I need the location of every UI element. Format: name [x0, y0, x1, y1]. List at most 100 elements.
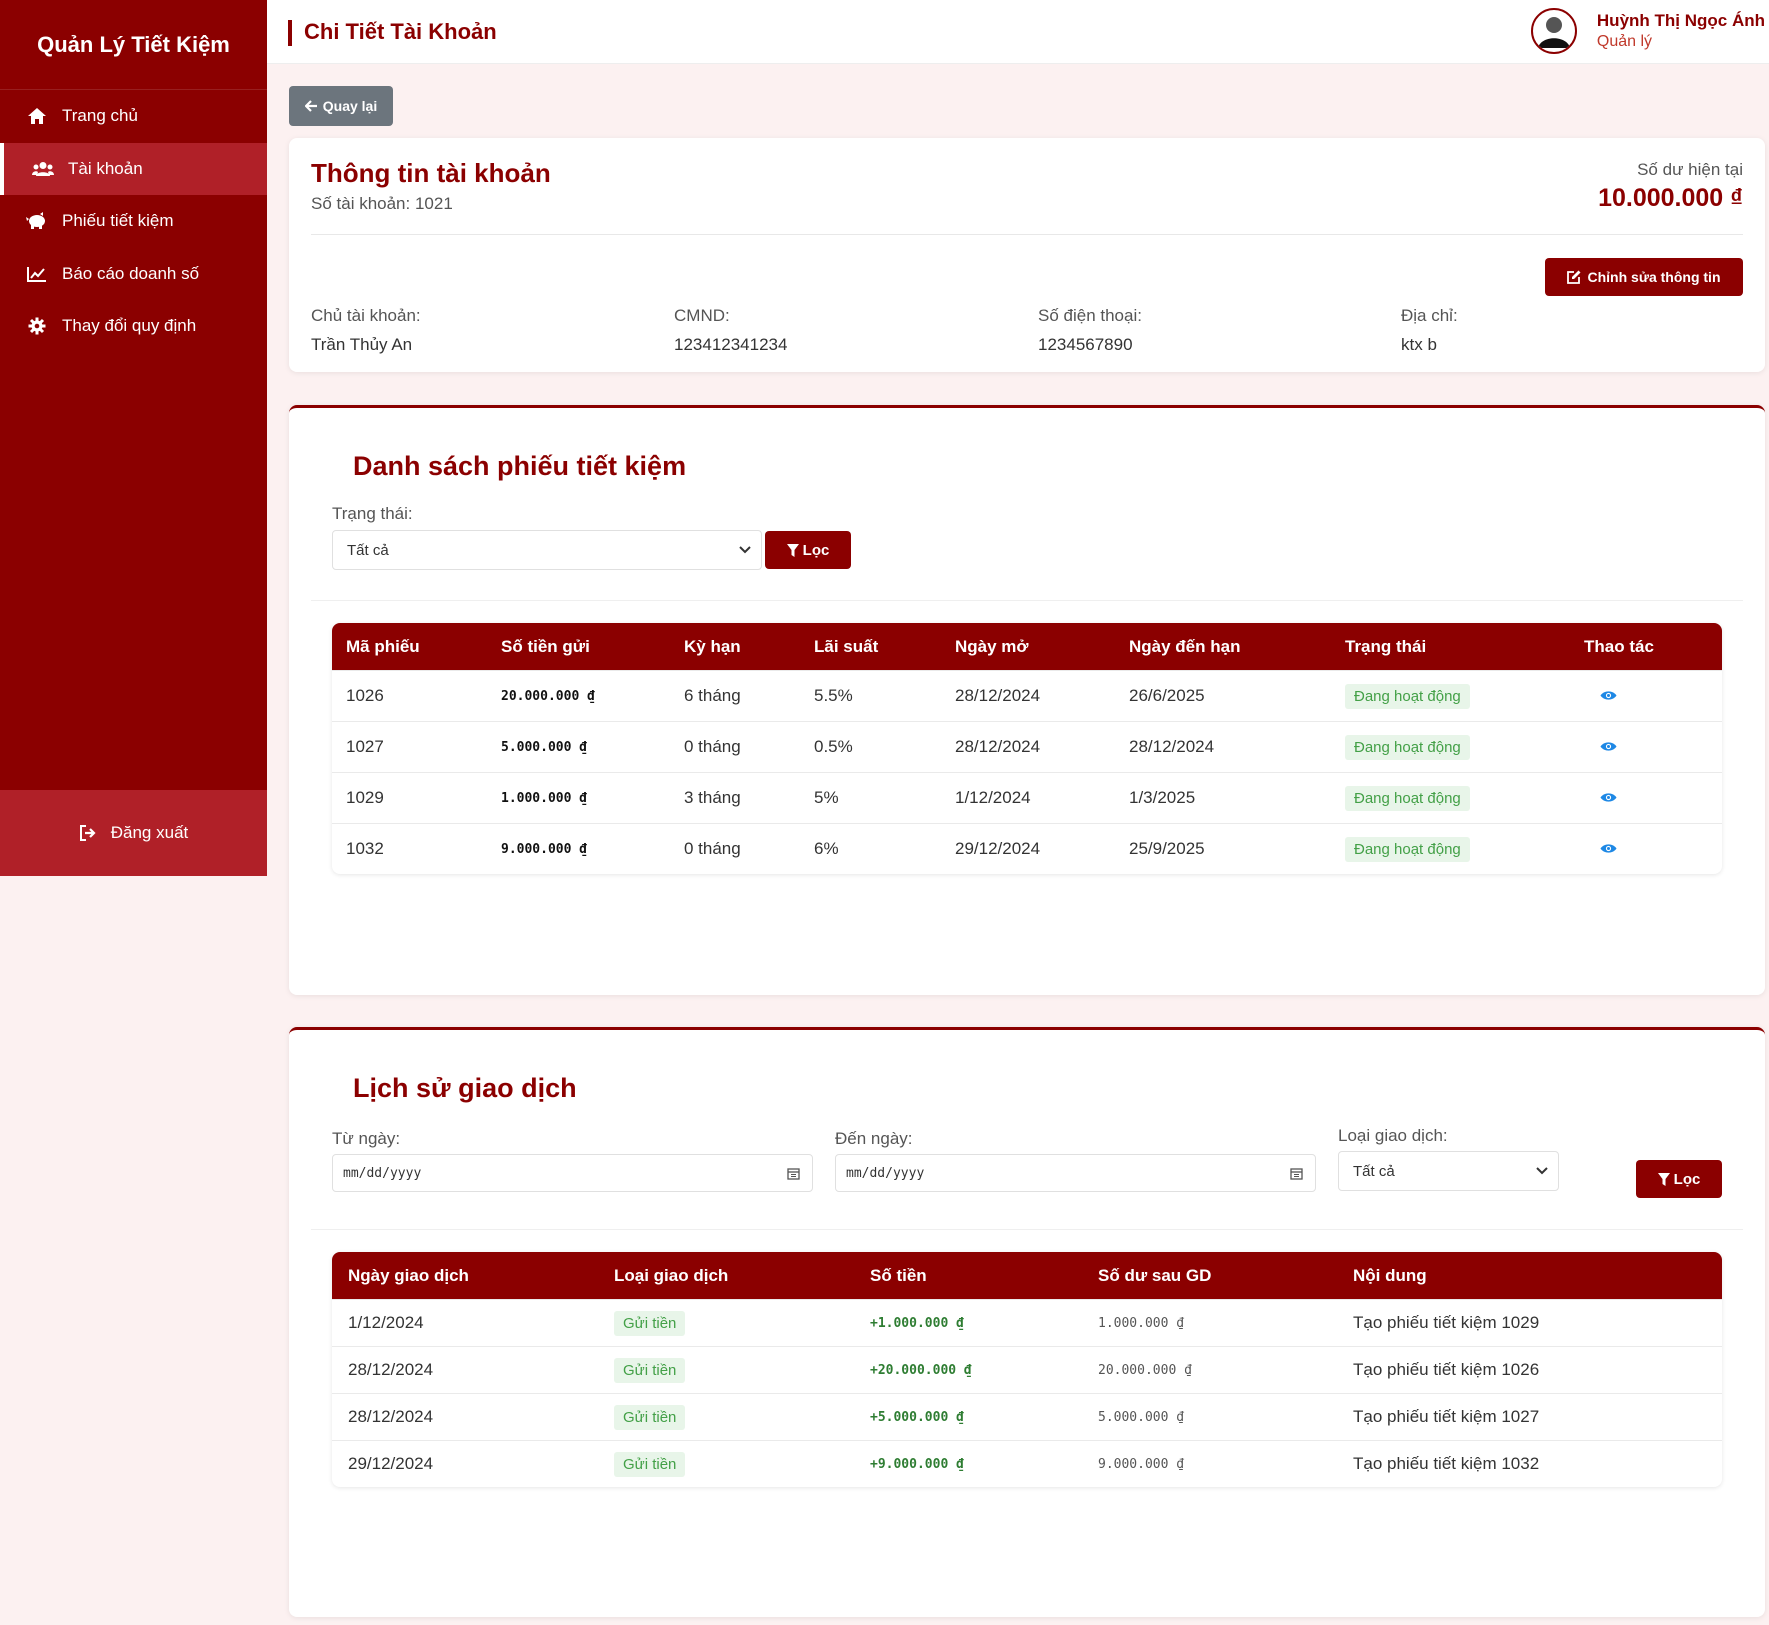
- account-info-card: Thông tin tài khoản Số tài khoản: 1021 S…: [289, 138, 1765, 372]
- from-date-input[interactable]: mm/dd/yyyy: [332, 1154, 813, 1192]
- transaction-note: Tạo phiếu tiết kiệm 1027: [1353, 1407, 1540, 1426]
- transaction-note: Tạo phiếu tiết kiệm 1029: [1353, 1313, 1540, 1332]
- transaction-date: 29/12/2024: [348, 1454, 434, 1473]
- savings-amount: 9.000.000 ₫: [501, 841, 588, 857]
- savings-list-card: Danh sách phiếu tiết kiệm Trạng thái: Tấ…: [289, 405, 1765, 995]
- savings-amount: 1.000.000 ₫: [501, 790, 588, 806]
- savings-rate: 0.5%: [814, 737, 853, 756]
- history-filter-button[interactable]: Lọc: [1636, 1160, 1722, 1198]
- field-phone: Số điện thoại: 1234567890: [1038, 306, 1142, 355]
- view-eye-icon[interactable]: [1600, 792, 1617, 803]
- filter-icon: [1657, 1172, 1670, 1186]
- savings-term: 0 tháng: [684, 839, 741, 858]
- sidebar-item-rules[interactable]: Thay đổi quy định: [0, 300, 267, 353]
- filter-label: Lọc: [1673, 1170, 1701, 1188]
- type-select-value: Tất cả: [1353, 1162, 1395, 1180]
- sidebar-item-label: Phiếu tiết kiệm: [62, 211, 174, 231]
- sidebar-item-reports[interactable]: Báo cáo doanh số: [0, 248, 267, 301]
- transaction-table: Ngày giao dịch Loại giao dịch Số tiền Số…: [332, 1252, 1722, 1487]
- table-row: 1026 20.000.000 ₫ 6 tháng 5.5% 28/12/202…: [332, 670, 1722, 721]
- gear-icon: [26, 316, 48, 336]
- sidebar-item-accounts[interactable]: Tài khoản: [0, 142, 267, 195]
- column-header: Ngày đến hạn: [1129, 636, 1241, 656]
- savings-rate: 6%: [814, 839, 839, 858]
- filter-label: Lọc: [802, 541, 830, 559]
- logout-label: Đăng xuất: [110, 823, 189, 842]
- account-number: Số tài khoản: 1021: [311, 194, 453, 213]
- table-row: 1029 1.000.000 ₫ 3 tháng 5% 1/12/2024 1/…: [332, 772, 1722, 823]
- column-header: Loại giao dịch: [614, 1265, 729, 1285]
- sidebar-item-label: Tài khoản: [68, 158, 143, 178]
- sidebar-item-label: Báo cáo doanh số: [62, 263, 200, 283]
- transaction-type-badge: Gửi tiền: [614, 1357, 686, 1383]
- field-address: Địa chỉ: ktx b: [1401, 306, 1458, 355]
- savings-filter-button[interactable]: Lọc: [765, 531, 851, 569]
- savings-rate: 5.5%: [814, 686, 853, 705]
- table-row: 1/12/2024 Gửi tiền +1.000.000 ₫ 1.000.00…: [332, 1299, 1722, 1346]
- account-info-title: Thông tin tài khoản: [311, 158, 551, 188]
- table-row: 29/12/2024 Gửi tiền +9.000.000 ₫ 9.000.0…: [332, 1440, 1722, 1487]
- balance-label: Số dư hiện tại: [1637, 160, 1743, 179]
- transaction-date: 28/12/2024: [348, 1360, 434, 1379]
- status-filter-label: Trạng thái:: [332, 504, 413, 523]
- piggy-bank-icon: [26, 211, 48, 231]
- user-profile[interactable]: Huỳnh Thị Ngọc Ánh Quản lý: [1530, 8, 1765, 54]
- page-title: Chi Tiết Tài Khoản: [288, 20, 497, 46]
- back-button[interactable]: Quay lại: [289, 86, 393, 126]
- transaction-amount: +1.000.000 ₫: [870, 1315, 964, 1331]
- column-header: Số dư sau GD: [1098, 1265, 1212, 1285]
- status-badge: Đang hoạt động: [1345, 734, 1470, 760]
- logout-button[interactable]: Đăng xuất: [0, 790, 267, 876]
- view-eye-icon[interactable]: [1600, 843, 1617, 854]
- status-select[interactable]: Tất cả: [332, 530, 762, 570]
- balance-after: 5.000.000 ₫: [1098, 1409, 1185, 1425]
- user-name: Huỳnh Thị Ngọc Ánh: [1596, 11, 1765, 30]
- sidebar-item-savings[interactable]: Phiếu tiết kiệm: [0, 195, 267, 248]
- calendar-icon: [787, 1167, 800, 1180]
- view-eye-icon[interactable]: [1600, 741, 1617, 752]
- column-header: Thao tác: [1584, 636, 1654, 656]
- users-icon: [32, 159, 54, 179]
- savings-rate: 5%: [814, 788, 839, 807]
- field-label: Địa chỉ:: [1401, 306, 1458, 325]
- transaction-date: 28/12/2024: [348, 1407, 434, 1426]
- field-owner: Chủ tài khoản: Trần Thủy An: [311, 306, 421, 355]
- savings-table: Mã phiếu Số tiền gửi Kỳ hạn Lãi suất Ngà…: [332, 623, 1722, 874]
- transaction-type-select[interactable]: Tất cả: [1338, 1151, 1559, 1191]
- field-value: ktx b: [1401, 335, 1437, 354]
- field-value: Trần Thủy An: [311, 335, 413, 354]
- transaction-note: Tạo phiếu tiết kiệm 1032: [1353, 1454, 1540, 1473]
- column-header: Ngày mở: [955, 636, 1029, 656]
- chart-icon: [26, 264, 48, 284]
- to-date-input[interactable]: mm/dd/yyyy: [835, 1154, 1316, 1192]
- balance-after: 1.000.000 ₫: [1098, 1315, 1185, 1331]
- edit-info-label: Chỉnh sửa thông tin: [1587, 269, 1721, 285]
- sign-out-icon: [79, 825, 97, 841]
- user-role: Quản lý: [1596, 33, 1653, 50]
- field-label: CMND:: [674, 306, 730, 325]
- savings-id: 1026: [346, 686, 384, 705]
- column-header: Nội dung: [1353, 1265, 1427, 1285]
- calendar-icon: [1290, 1167, 1303, 1180]
- table-row: 28/12/2024 Gửi tiền +20.000.000 ₫ 20.000…: [332, 1346, 1722, 1393]
- to-date-label: Đến ngày:: [835, 1129, 913, 1148]
- field-value: 1234567890: [1038, 335, 1133, 354]
- edit-info-button[interactable]: Chỉnh sửa thông tin: [1545, 258, 1743, 296]
- savings-term: 6 tháng: [684, 686, 741, 705]
- savings-open-date: 28/12/2024: [955, 686, 1041, 705]
- view-eye-icon[interactable]: [1600, 690, 1617, 701]
- column-header: Mã phiếu: [346, 636, 420, 656]
- chevron-down-icon: [1536, 1167, 1548, 1175]
- field-label: Chủ tài khoản:: [311, 306, 421, 325]
- sidebar-item-home[interactable]: Trang chủ: [0, 90, 267, 143]
- back-label: Quay lại: [322, 98, 378, 114]
- savings-section-title: Danh sách phiếu tiết kiệm: [353, 451, 687, 481]
- history-section-title: Lịch sử giao dịch: [353, 1073, 577, 1103]
- column-header: Số tiền gửi: [501, 636, 590, 656]
- balance-value: 10.000.000 ₫: [1598, 184, 1743, 212]
- savings-amount: 5.000.000 ₫: [501, 739, 588, 755]
- table-row: 28/12/2024 Gửi tiền +5.000.000 ₫ 5.000.0…: [332, 1393, 1722, 1440]
- sidebar: Quản Lý Tiết Kiệm Trang chủ Tài khoản Ph…: [0, 0, 267, 876]
- savings-due-date: 25/9/2025: [1129, 839, 1205, 858]
- table-header: Mã phiếu Số tiền gửi Kỳ hạn Lãi suất Ngà…: [332, 623, 1722, 670]
